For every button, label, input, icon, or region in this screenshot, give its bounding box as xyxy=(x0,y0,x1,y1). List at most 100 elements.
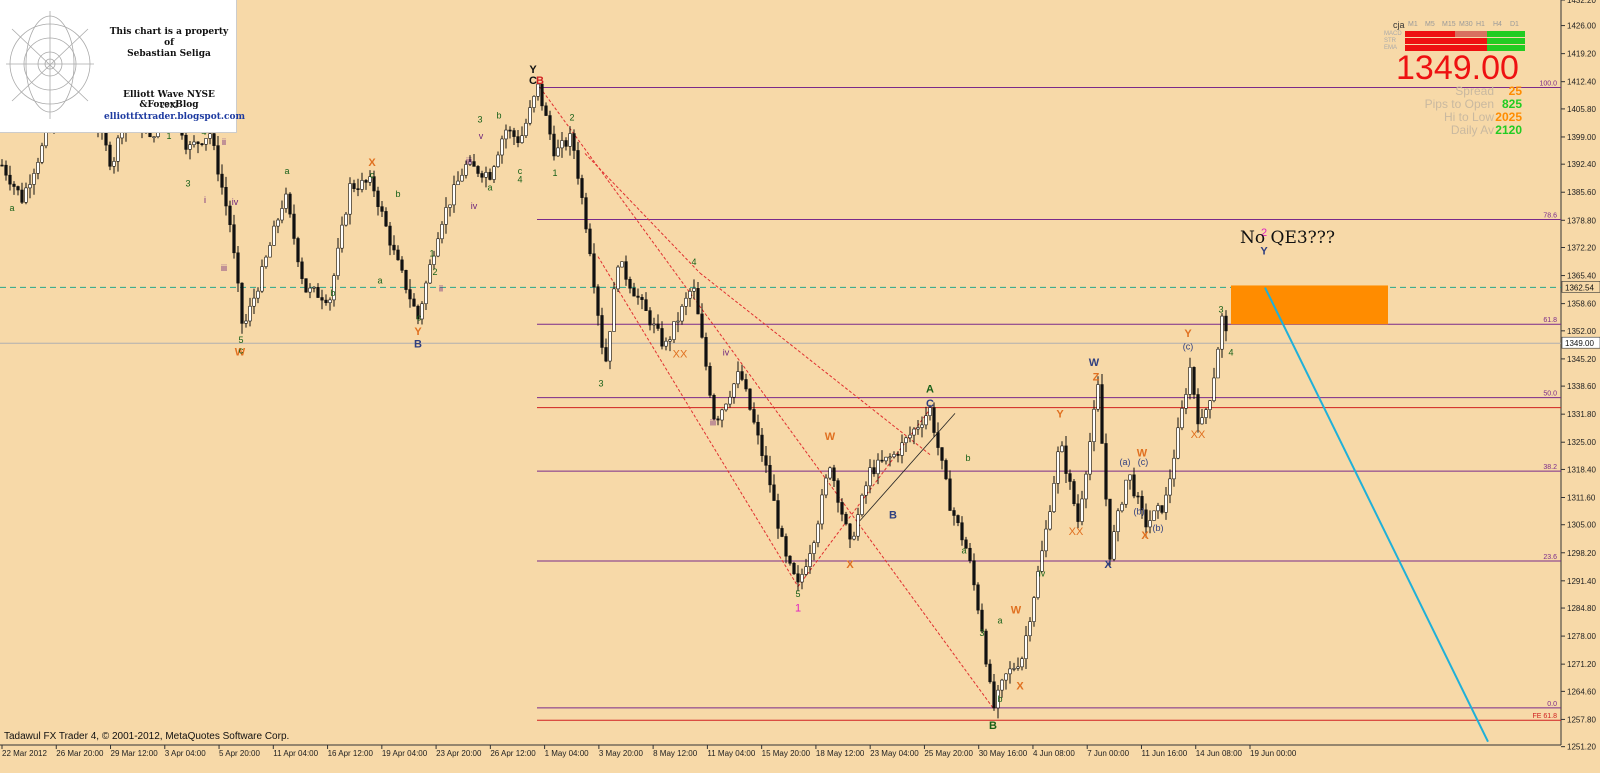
candle-body xyxy=(760,434,764,456)
candle-body xyxy=(1212,377,1216,401)
candle-body xyxy=(384,211,388,227)
x-tick-label: 23 Apr 20:00 xyxy=(436,749,482,758)
candle-body xyxy=(320,297,324,301)
candle-body xyxy=(848,523,852,540)
candle-body xyxy=(960,522,964,541)
fib-label: FE 61.8 xyxy=(1532,713,1557,720)
x-tick-label: 19 Apr 04:00 xyxy=(382,749,428,758)
candle-body xyxy=(632,287,636,297)
candle-body xyxy=(1168,478,1172,496)
wave-label: Z xyxy=(1093,371,1100,383)
candle-body xyxy=(1172,457,1176,480)
wave-label: A xyxy=(926,384,934,396)
candle-body xyxy=(328,299,332,304)
watermark-url[interactable]: elliottfxtrader.blogspot.com xyxy=(104,112,245,122)
candle-body xyxy=(824,477,828,496)
timeframe-m30: M30 xyxy=(1459,21,1473,28)
wave-label: 4 xyxy=(1228,348,1233,358)
wave-label: c xyxy=(518,166,523,176)
candle xyxy=(712,393,716,421)
y-tick-label: 1325.00 xyxy=(1567,438,1596,447)
candle-body xyxy=(952,510,956,516)
y-tick-label: 1405.80 xyxy=(1567,105,1596,114)
candle-body xyxy=(636,295,640,298)
candle-body xyxy=(240,282,244,324)
candle-body xyxy=(256,290,260,299)
candle-body xyxy=(880,459,884,462)
candle-body xyxy=(756,421,760,436)
candle-body xyxy=(772,484,776,501)
candle-body xyxy=(220,173,224,188)
candle-body xyxy=(1148,520,1152,528)
candle-body xyxy=(452,184,456,206)
x-tick-label: 18 May 12:00 xyxy=(816,749,865,758)
wave-label: i xyxy=(204,195,206,205)
candle-body xyxy=(216,145,220,175)
wave-label: (b) xyxy=(1134,506,1145,516)
candle-body xyxy=(992,681,996,709)
candle xyxy=(616,265,620,293)
candle-body xyxy=(608,331,612,362)
copyright-footer: Tadawul FX Trader 4, © 2001-2012, MetaQu… xyxy=(4,731,290,742)
candle-body xyxy=(976,584,980,611)
candle-body xyxy=(956,515,960,524)
timeframe-h4: H4 xyxy=(1493,21,1502,28)
candle-body xyxy=(736,371,740,385)
target-zone xyxy=(1231,285,1388,325)
watermark-logo xyxy=(6,11,94,119)
wave-label: b xyxy=(395,189,400,199)
candle xyxy=(984,628,988,668)
candle-body xyxy=(1160,505,1164,513)
y-tick-label: 1271.20 xyxy=(1567,660,1596,669)
wave-label: a xyxy=(487,183,492,193)
candle-body xyxy=(8,174,12,185)
x-tick-label: 29 Mar 12:00 xyxy=(111,749,159,758)
candle-body xyxy=(224,186,228,207)
candle-body xyxy=(1108,498,1112,560)
timeframe-h1: H1 xyxy=(1476,21,1485,28)
candle-body xyxy=(1064,445,1068,474)
candle xyxy=(612,281,616,332)
wave-label: 5 xyxy=(795,589,800,599)
wave-label: c xyxy=(239,346,244,356)
candle-body xyxy=(232,224,236,254)
candle-body xyxy=(236,252,240,284)
candle xyxy=(748,388,752,411)
candle xyxy=(1216,347,1220,379)
candle-body xyxy=(1180,408,1184,429)
y-tick-label: 1365.40 xyxy=(1567,272,1596,281)
candle-body xyxy=(404,269,408,290)
candle-body xyxy=(20,189,24,203)
candle-body xyxy=(196,141,200,144)
candle-body xyxy=(896,454,900,456)
candle-body xyxy=(732,383,736,398)
time-axis: 22 Mar 2012 26 Mar 20:00 29 Mar 12:00 3 Apr… xyxy=(1,745,1297,758)
signal-label-macd: MACD xyxy=(1384,31,1402,37)
wave-label: ii xyxy=(439,284,443,294)
wave-label: a xyxy=(377,275,382,285)
candle-body xyxy=(568,133,572,147)
wave-label: (a) xyxy=(1120,457,1131,467)
y-tick-label: 1419.20 xyxy=(1567,50,1596,59)
candle-body xyxy=(564,140,568,147)
candle xyxy=(708,362,712,398)
candle-body xyxy=(472,161,476,167)
y-tick-label: 1392.40 xyxy=(1567,160,1596,169)
wave-label: X xyxy=(846,559,854,571)
y-tick-label: 1372.20 xyxy=(1567,244,1596,253)
candle-body xyxy=(1136,495,1140,498)
candle-body xyxy=(1076,503,1080,522)
candle-body xyxy=(200,143,204,145)
candle-body xyxy=(1112,531,1116,560)
wave-label: a xyxy=(997,616,1002,626)
candle-body xyxy=(556,147,560,157)
wave-label: Y xyxy=(1184,328,1192,340)
candle-body xyxy=(612,288,616,332)
x-tick-label: 11 Jun 16:00 xyxy=(1141,749,1187,758)
candle-body xyxy=(448,204,452,208)
candle-body xyxy=(792,562,796,575)
candle-body xyxy=(4,164,8,176)
candle-body xyxy=(816,523,820,543)
y-tick-label: 1352.00 xyxy=(1567,327,1596,336)
candle-body xyxy=(352,183,356,189)
